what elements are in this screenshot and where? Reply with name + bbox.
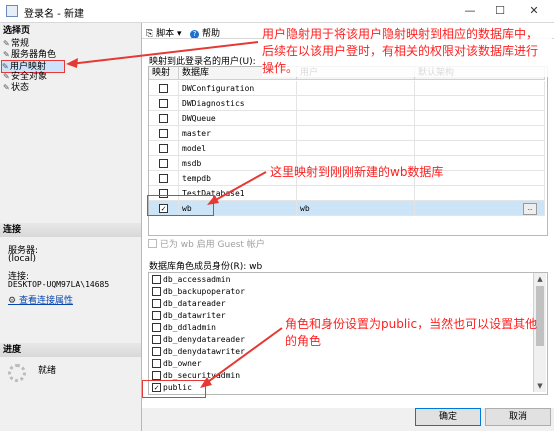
- arrow-to-user-mapping: [69, 41, 259, 65]
- arrow-to-wb: [211, 171, 267, 203]
- arrowhead-wb: [207, 195, 219, 205]
- arrowhead-public: [200, 377, 212, 388]
- annotation-arrows: [66, 41, 283, 388]
- arrowhead-user-mapping: [66, 58, 78, 68]
- arrow-to-public: [204, 327, 283, 385]
